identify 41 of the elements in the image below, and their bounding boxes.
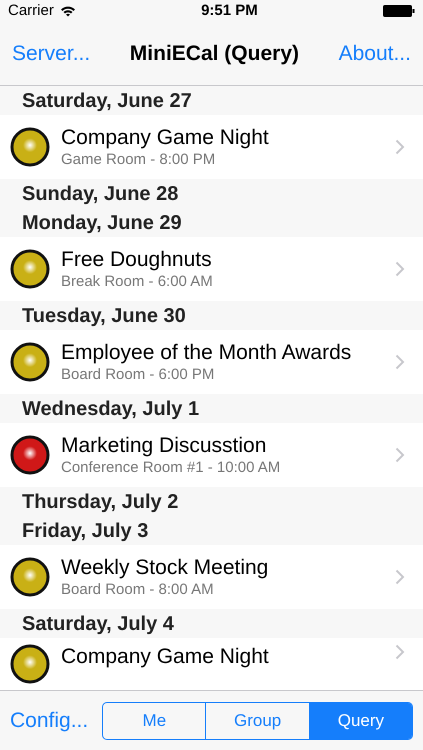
carrier-label: Carrier [8,0,54,21]
server-button[interactable]: Server... [12,38,90,70]
event-title: Company Game Night [61,644,270,669]
nav-title: MiniECal (Query) [130,40,299,67]
segment-tab[interactable]: Query [308,702,412,738]
config-button[interactable]: Config... [10,704,88,736]
date-header: Saturday, July 4 [0,609,423,638]
chevron-icon [395,139,405,155]
status-dot-icon [10,644,50,684]
segment-tab[interactable]: Me [103,702,206,738]
event-title: Free Doughnuts [61,247,213,272]
status-dot-icon [10,249,50,289]
chevron-icon [395,447,405,463]
date-header: Thursday, July 2 [0,487,423,516]
date-header: Saturday, June 27 [0,86,423,115]
chevron-icon [395,261,405,277]
status-dot-icon [10,435,50,475]
chevron-icon [395,569,405,585]
event-subtitle: Board Room - 8:00 AM [61,580,215,599]
event-subtitle: Break Room - 6:00 AM [61,272,214,291]
date-header: Tuesday, June 30 [0,301,423,330]
event-subtitle: Game Room - 8:00 PM [61,150,216,169]
date-header: Friday, July 3 [0,516,423,545]
about-button[interactable]: About... [338,38,411,70]
event-title: Company Game Night [61,125,270,150]
clock-label: 9:51 PM [201,0,258,21]
event-subtitle: Board Room - 6:00 PM [61,365,216,384]
date-header: Monday, June 29 [0,208,423,237]
battery-icon [382,5,415,17]
wifi-icon [60,5,76,17]
chevron-icon [395,644,405,660]
status-dot-icon [10,557,50,597]
chevron-icon [395,354,405,370]
event-title: Marketing Discusstion [61,433,268,458]
status-dot-icon [10,342,50,382]
event-subtitle: Conference Room #1 - 10:00 AM [61,458,282,477]
date-header: Sunday, June 28 [0,179,423,208]
status-dot-icon [10,127,50,167]
event-title: Employee of the Month Awards [61,340,352,365]
event-title: Weekly Stock Meeting [61,555,270,580]
date-header: Wednesday, July 1 [0,394,423,423]
